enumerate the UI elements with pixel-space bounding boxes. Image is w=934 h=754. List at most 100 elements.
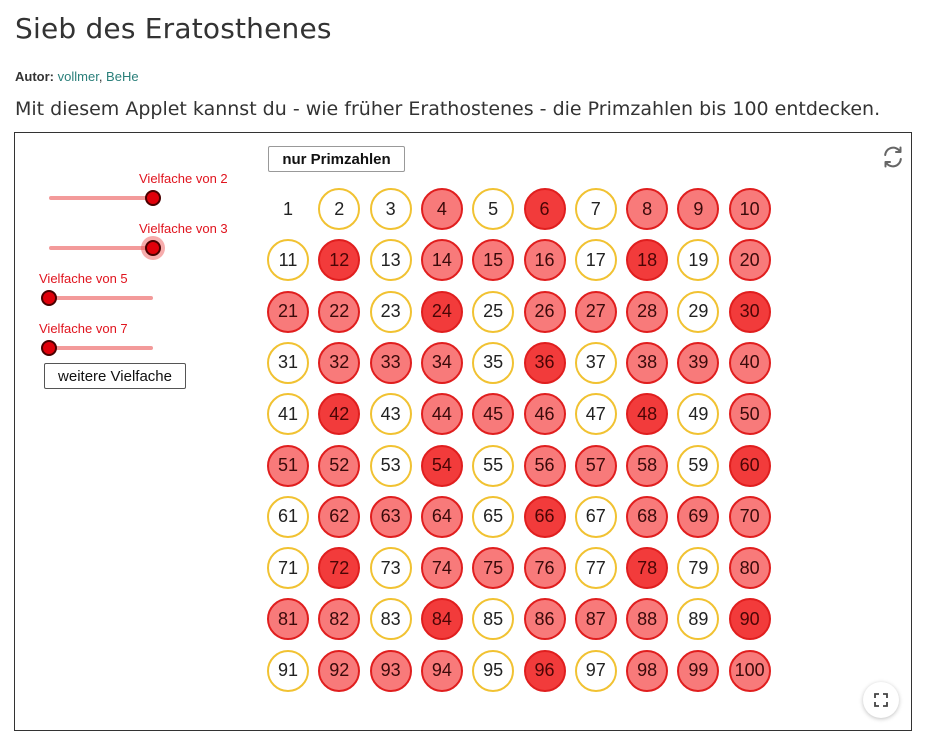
number-cell-44[interactable]: 44 bbox=[420, 393, 463, 436]
number-cell-27[interactable]: 27 bbox=[574, 290, 617, 333]
number-cell-75[interactable]: 75 bbox=[472, 547, 515, 590]
number-cell-18[interactable]: 18 bbox=[626, 239, 669, 282]
number-cell-43[interactable]: 43 bbox=[369, 393, 412, 436]
number-cell-99[interactable]: 99 bbox=[677, 649, 720, 692]
number-cell-33[interactable]: 33 bbox=[369, 341, 412, 384]
number-cell-34[interactable]: 34 bbox=[420, 341, 463, 384]
slider-knob[interactable] bbox=[145, 190, 161, 206]
number-cell-36[interactable]: 36 bbox=[523, 341, 566, 384]
number-cell-7[interactable]: 7 bbox=[574, 188, 617, 230]
number-cell-79[interactable]: 79 bbox=[677, 547, 720, 590]
number-cell-29[interactable]: 29 bbox=[677, 290, 720, 333]
number-cell-100[interactable]: 100 bbox=[728, 649, 771, 692]
number-cell-3[interactable]: 3 bbox=[369, 188, 412, 230]
number-cell-76[interactable]: 76 bbox=[523, 547, 566, 590]
number-cell-35[interactable]: 35 bbox=[472, 341, 515, 384]
number-cell-64[interactable]: 64 bbox=[420, 495, 463, 538]
number-cell-93[interactable]: 93 bbox=[369, 649, 412, 692]
refresh-icon[interactable] bbox=[881, 145, 905, 169]
number-cell-40[interactable]: 40 bbox=[728, 341, 771, 384]
number-cell-8[interactable]: 8 bbox=[626, 188, 669, 230]
number-cell-49[interactable]: 49 bbox=[677, 393, 720, 436]
number-cell-86[interactable]: 86 bbox=[523, 598, 566, 641]
number-cell-62[interactable]: 62 bbox=[318, 495, 361, 538]
number-cell-96[interactable]: 96 bbox=[523, 649, 566, 692]
number-cell-32[interactable]: 32 bbox=[318, 341, 361, 384]
slider-multiples-7[interactable] bbox=[41, 338, 153, 358]
number-cell-4[interactable]: 4 bbox=[420, 188, 463, 230]
more-multiples-button[interactable]: weitere Vielfache bbox=[44, 363, 186, 389]
number-cell-83[interactable]: 83 bbox=[369, 598, 412, 641]
number-cell-51[interactable]: 51 bbox=[267, 444, 309, 487]
number-cell-67[interactable]: 67 bbox=[574, 495, 617, 538]
number-cell-10[interactable]: 10 bbox=[728, 188, 771, 230]
number-cell-61[interactable]: 61 bbox=[267, 495, 309, 538]
fullscreen-button[interactable] bbox=[863, 682, 899, 718]
number-cell-6[interactable]: 6 bbox=[523, 188, 566, 230]
number-cell-91[interactable]: 91 bbox=[267, 649, 309, 692]
number-cell-84[interactable]: 84 bbox=[420, 598, 463, 641]
only-primes-button[interactable]: nur Primzahlen bbox=[268, 146, 405, 172]
number-cell-31[interactable]: 31 bbox=[267, 341, 309, 384]
number-cell-94[interactable]: 94 bbox=[420, 649, 463, 692]
number-cell-23[interactable]: 23 bbox=[369, 290, 412, 333]
number-cell-17[interactable]: 17 bbox=[574, 239, 617, 282]
number-cell-20[interactable]: 20 bbox=[728, 239, 771, 282]
number-cell-26[interactable]: 26 bbox=[523, 290, 566, 333]
number-cell-57[interactable]: 57 bbox=[574, 444, 617, 487]
number-cell-78[interactable]: 78 bbox=[626, 547, 669, 590]
number-cell-41[interactable]: 41 bbox=[267, 393, 309, 436]
number-cell-39[interactable]: 39 bbox=[677, 341, 720, 384]
number-cell-87[interactable]: 87 bbox=[574, 598, 617, 641]
number-cell-47[interactable]: 47 bbox=[574, 393, 617, 436]
number-cell-54[interactable]: 54 bbox=[420, 444, 463, 487]
number-cell-22[interactable]: 22 bbox=[318, 290, 361, 333]
slider-multiples-2[interactable] bbox=[49, 188, 161, 208]
number-cell-25[interactable]: 25 bbox=[472, 290, 515, 333]
number-cell-69[interactable]: 69 bbox=[677, 495, 720, 538]
number-cell-11[interactable]: 11 bbox=[267, 239, 309, 282]
number-cell-14[interactable]: 14 bbox=[420, 239, 463, 282]
number-cell-16[interactable]: 16 bbox=[523, 239, 566, 282]
number-cell-48[interactable]: 48 bbox=[626, 393, 669, 436]
number-cell-77[interactable]: 77 bbox=[574, 547, 617, 590]
number-cell-63[interactable]: 63 bbox=[369, 495, 412, 538]
slider-knob[interactable] bbox=[41, 340, 57, 356]
number-cell-65[interactable]: 65 bbox=[472, 495, 515, 538]
number-cell-19[interactable]: 19 bbox=[677, 239, 720, 282]
slider-knob[interactable] bbox=[145, 240, 161, 256]
number-cell-9[interactable]: 9 bbox=[677, 188, 720, 230]
author-link-vollmer[interactable]: vollmer bbox=[58, 69, 99, 84]
number-cell-73[interactable]: 73 bbox=[369, 547, 412, 590]
number-cell-82[interactable]: 82 bbox=[318, 598, 361, 641]
number-cell-66[interactable]: 66 bbox=[523, 495, 566, 538]
number-cell-59[interactable]: 59 bbox=[677, 444, 720, 487]
number-cell-55[interactable]: 55 bbox=[472, 444, 515, 487]
number-cell-95[interactable]: 95 bbox=[472, 649, 515, 692]
number-cell-45[interactable]: 45 bbox=[472, 393, 515, 436]
author-link-behe[interactable]: BeHe bbox=[106, 69, 139, 84]
number-cell-89[interactable]: 89 bbox=[677, 598, 720, 641]
number-cell-30[interactable]: 30 bbox=[728, 290, 771, 333]
number-cell-15[interactable]: 15 bbox=[472, 239, 515, 282]
number-cell-38[interactable]: 38 bbox=[626, 341, 669, 384]
number-cell-70[interactable]: 70 bbox=[728, 495, 771, 538]
number-cell-80[interactable]: 80 bbox=[728, 547, 771, 590]
number-cell-72[interactable]: 72 bbox=[318, 547, 361, 590]
number-cell-85[interactable]: 85 bbox=[472, 598, 515, 641]
number-cell-71[interactable]: 71 bbox=[267, 547, 309, 590]
number-cell-52[interactable]: 52 bbox=[318, 444, 361, 487]
number-cell-13[interactable]: 13 bbox=[369, 239, 412, 282]
number-cell-81[interactable]: 81 bbox=[267, 598, 309, 641]
number-cell-98[interactable]: 98 bbox=[626, 649, 669, 692]
slider-multiples-5[interactable] bbox=[41, 288, 153, 308]
number-cell-68[interactable]: 68 bbox=[626, 495, 669, 538]
slider-knob[interactable] bbox=[41, 290, 57, 306]
number-cell-90[interactable]: 90 bbox=[728, 598, 771, 641]
number-cell-92[interactable]: 92 bbox=[318, 649, 361, 692]
number-cell-28[interactable]: 28 bbox=[626, 290, 669, 333]
number-cell-42[interactable]: 42 bbox=[318, 393, 361, 436]
slider-multiples-3[interactable] bbox=[49, 238, 161, 258]
number-cell-5[interactable]: 5 bbox=[472, 188, 515, 230]
number-cell-37[interactable]: 37 bbox=[574, 341, 617, 384]
